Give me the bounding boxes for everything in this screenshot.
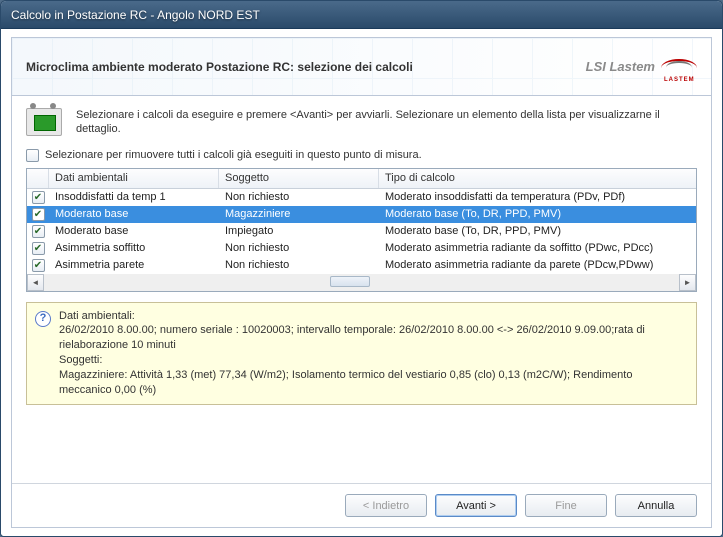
remove-all-row: Selezionare per rimuovere tutti i calcol…: [26, 149, 697, 162]
brand-text: LSI Lastem: [586, 59, 655, 74]
client-area: Microclima ambiente moderato Postazione …: [1, 29, 722, 536]
wizard-panel: Microclima ambiente moderato Postazione …: [11, 37, 712, 528]
row-checkbox[interactable]: ✔: [32, 242, 45, 255]
wizard-title: Microclima ambiente moderato Postazione …: [26, 60, 413, 74]
header-check-column: [27, 169, 49, 188]
cell-tipo: Moderato base (To, DR, PPD, PMV): [379, 223, 696, 240]
detail-infobox: ? Dati ambientali: 26/02/2010 8.00.00; n…: [26, 302, 697, 405]
intro-text: Selezionare i calcoli da eseguire e prem…: [76, 108, 697, 137]
detail-text: Dati ambientali: 26/02/2010 8.00.00; num…: [59, 309, 688, 398]
cell-dati: Moderato base: [49, 206, 219, 223]
cell-tipo: Moderato insoddisfatti da temperatura (P…: [379, 189, 696, 206]
cell-tipo: Moderato asimmetria radiante da soffitto…: [379, 240, 696, 257]
cell-soggetto: Non richiesto: [219, 240, 379, 257]
scroll-track[interactable]: [44, 274, 679, 291]
brand-logo: LSI Lastem LASTEM: [586, 57, 697, 77]
finish-button[interactable]: Fine: [525, 494, 607, 517]
cell-tipo: Moderato base (To, DR, PPD, PMV): [379, 206, 696, 223]
film-clapper-icon: [26, 108, 62, 136]
list-header: Dati ambientali Soggetto Tipo di calcolo: [27, 169, 696, 189]
wizard-header: Microclima ambiente moderato Postazione …: [12, 38, 711, 96]
table-row[interactable]: ✔ Asimmetria soffittoNon richiestoModerat…: [27, 240, 696, 257]
cell-soggetto: Non richiesto: [219, 189, 379, 206]
row-checkbox[interactable]: ✔: [32, 191, 45, 204]
dialog-window: Calcolo in Postazione RC - Angolo NORD E…: [0, 0, 723, 537]
header-col-tipo[interactable]: Tipo di calcolo: [379, 169, 696, 188]
next-button[interactable]: Avanti >: [435, 494, 517, 517]
header-col-soggetto[interactable]: Soggetto: [219, 169, 379, 188]
cell-dati: Insoddisfatti da temp 1: [49, 189, 219, 206]
horizontal-scrollbar[interactable]: ◄ ►: [27, 274, 696, 291]
cell-soggetto: Impiegato: [219, 223, 379, 240]
back-button[interactable]: < Indietro: [345, 494, 427, 517]
window-title: Calcolo in Postazione RC - Angolo NORD E…: [11, 8, 260, 22]
cell-dati: Asimmetria parete: [49, 257, 219, 274]
help-icon: ?: [35, 311, 51, 327]
remove-all-checkbox[interactable]: [26, 149, 39, 162]
brand-mark-icon: LASTEM: [661, 57, 697, 77]
table-row[interactable]: ✔ Moderato baseMagazziniereModerato base …: [27, 206, 696, 223]
cell-tipo: Moderato asimmetria radiante da parete (…: [379, 257, 696, 274]
detail-line-4: Magazziniere: Attività 1,33 (met) 77,34 …: [59, 368, 688, 398]
row-checkbox[interactable]: ✔: [32, 208, 45, 221]
scroll-thumb[interactable]: [330, 276, 370, 287]
titlebar[interactable]: Calcolo in Postazione RC - Angolo NORD E…: [1, 1, 722, 29]
scroll-left-button[interactable]: ◄: [27, 274, 44, 291]
table-row[interactable]: ✔ Moderato baseImpiegatoModerato base (To…: [27, 223, 696, 240]
row-checkbox[interactable]: ✔: [32, 225, 45, 238]
cell-dati: Moderato base: [49, 223, 219, 240]
cell-soggetto: Magazziniere: [219, 206, 379, 223]
cancel-button[interactable]: Annulla: [615, 494, 697, 517]
wizard-body: Selezionare i calcoli da eseguire e prem…: [12, 96, 711, 483]
detail-line-3: Soggetti:: [59, 353, 688, 368]
list-body: ✔Insoddisfatti da temp 1Non richiestoMod…: [27, 189, 696, 274]
scroll-right-button[interactable]: ►: [679, 274, 696, 291]
header-col-dati[interactable]: Dati ambientali: [49, 169, 219, 188]
table-row[interactable]: ✔ Insoddisfatti da temp 1Non richiestoMod…: [27, 189, 696, 206]
remove-all-label: Selezionare per rimuovere tutti i calcol…: [45, 149, 422, 161]
detail-line-1: Dati ambientali:: [59, 309, 688, 324]
row-checkbox[interactable]: ✔: [32, 259, 45, 272]
cell-soggetto: Non richiesto: [219, 257, 379, 274]
table-row[interactable]: ✔ Asimmetria pareteNon richiestoModerato …: [27, 257, 696, 274]
detail-line-2: 26/02/2010 8.00.00; numero seriale : 100…: [59, 323, 688, 353]
wizard-footer: < Indietro Avanti > Fine Annulla: [12, 483, 711, 527]
calc-listview[interactable]: Dati ambientali Soggetto Tipo di calcolo…: [26, 168, 697, 292]
cell-dati: Asimmetria soffitto: [49, 240, 219, 257]
intro-row: Selezionare i calcoli da eseguire e prem…: [26, 108, 697, 137]
